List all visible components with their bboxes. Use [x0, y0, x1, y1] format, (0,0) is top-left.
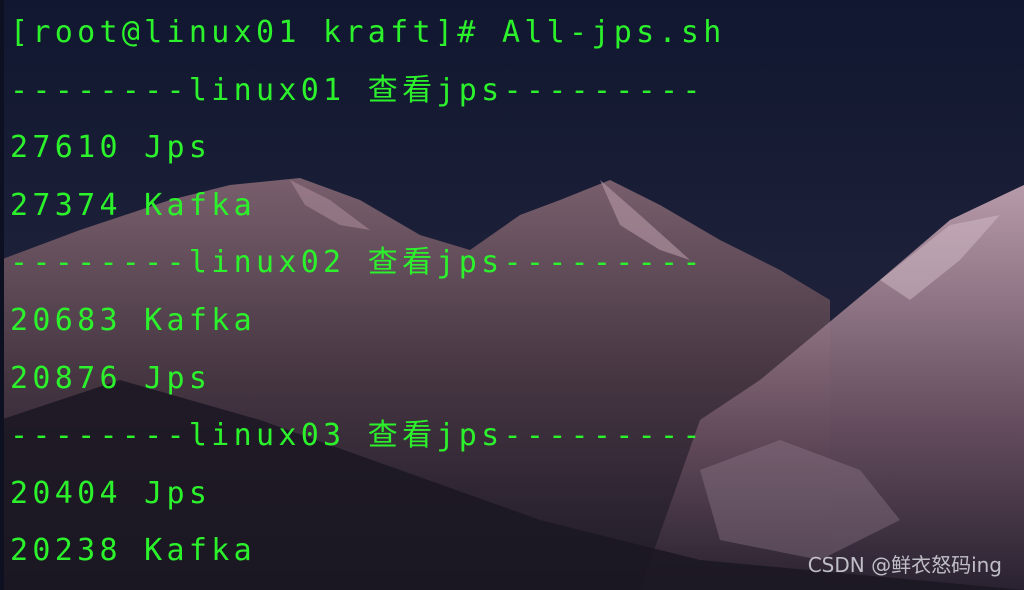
command-prompt-line: [root@linux01 kraft]# All-jps.sh [10, 15, 726, 50]
process-line: 27610 Jps [10, 130, 212, 166]
process-line: 20683 Kafka [10, 302, 256, 338]
process-line: 20404 Jps [10, 475, 212, 511]
csdn-watermark: CSDN @鲜衣怒码ing [807, 553, 1002, 577]
separator-linux03: --------linux03 查看jps--------- [10, 418, 705, 454]
separator-linux02: --------linux02 查看jps--------- [10, 245, 705, 281]
separator-linux01: --------linux01 查看jps--------- [10, 72, 705, 108]
terminal-output: [root@linux01 kraft]# All-jps.sh -------… [10, 10, 1010, 586]
process-line: 27374 Kafka [10, 187, 256, 223]
window-edge [0, 0, 4, 590]
process-line: 20876 Jps [10, 360, 212, 396]
